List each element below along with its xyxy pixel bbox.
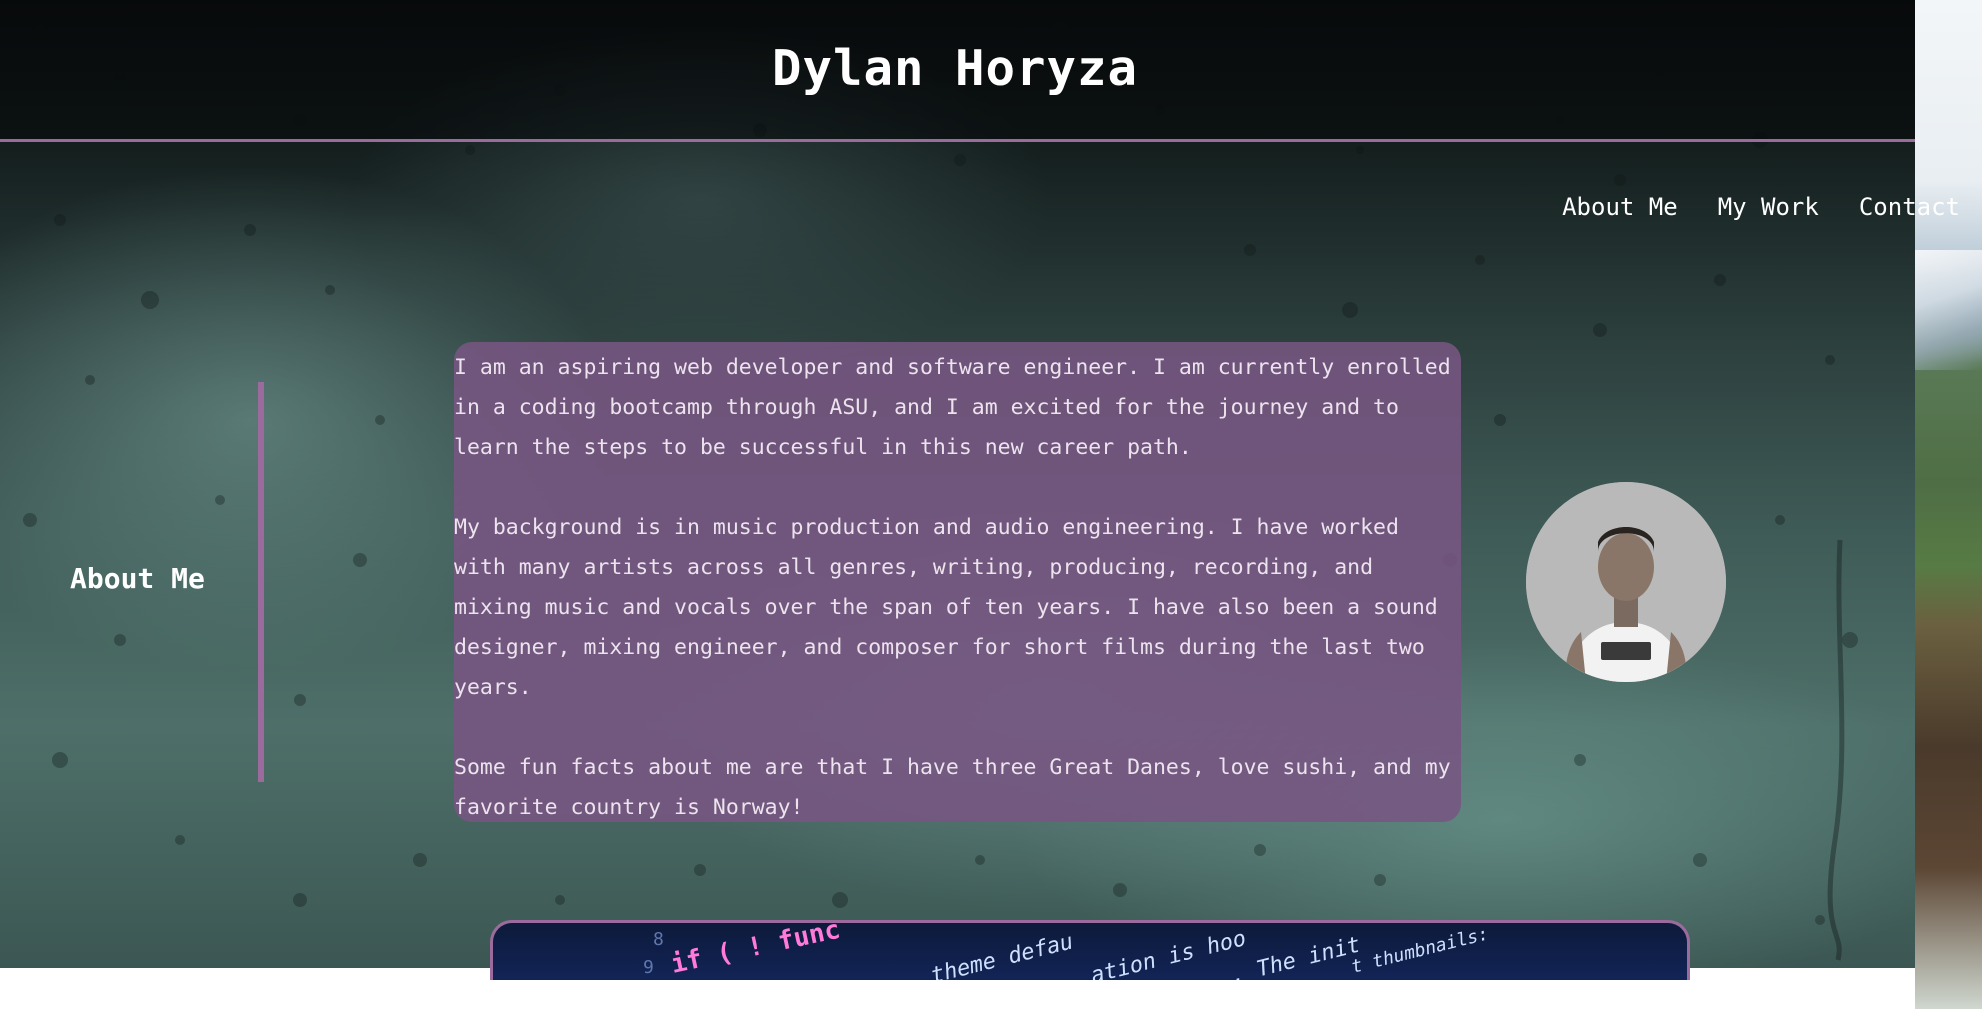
svg-text:9: 9 <box>643 957 654 978</box>
about-section-heading: About Me <box>70 562 205 595</box>
svg-text:8: 8 <box>653 929 664 950</box>
code-screenshot-image: if ( ! func 8 9 theme defau ation is hoo… <box>643 923 1491 980</box>
about-paragraph-2: My background is in music production and… <box>454 515 1438 700</box>
about-paragraph-3: Some fun facts about me are that I have … <box>454 755 1451 820</box>
nav-link-contact[interactable]: Contact <box>1859 193 1960 221</box>
main-nav: About Me My Work Contact <box>1562 193 1960 221</box>
project-preview-card[interactable]: if ( ! func 8 9 theme defau ation is hoo… <box>490 920 1690 980</box>
nav-link-about-me[interactable]: About Me <box>1562 193 1678 221</box>
svg-text:if ( ! func: if ( ! func <box>668 923 843 980</box>
about-paragraph-1: I am an aspiring web developer and softw… <box>454 355 1451 460</box>
profile-photo <box>1526 482 1726 682</box>
site-title: Dylan Horyza <box>771 40 1138 97</box>
svg-text:ation is hoo: ation is hoo <box>1088 926 1248 980</box>
svg-text:theme defau: theme defau <box>928 929 1075 980</box>
svg-text:t thumbnails:: t thumbnails: <box>1349 923 1491 977</box>
background-landscape-strip <box>1915 0 1982 1009</box>
svg-text:. The init: . The init <box>1228 933 1363 980</box>
nav-link-my-work[interactable]: My Work <box>1718 193 1819 221</box>
header-divider <box>0 139 1915 142</box>
about-card: I am an aspiring web developer and softw… <box>454 342 1461 822</box>
profile-photo-image <box>1526 482 1726 682</box>
section-divider <box>258 382 264 782</box>
